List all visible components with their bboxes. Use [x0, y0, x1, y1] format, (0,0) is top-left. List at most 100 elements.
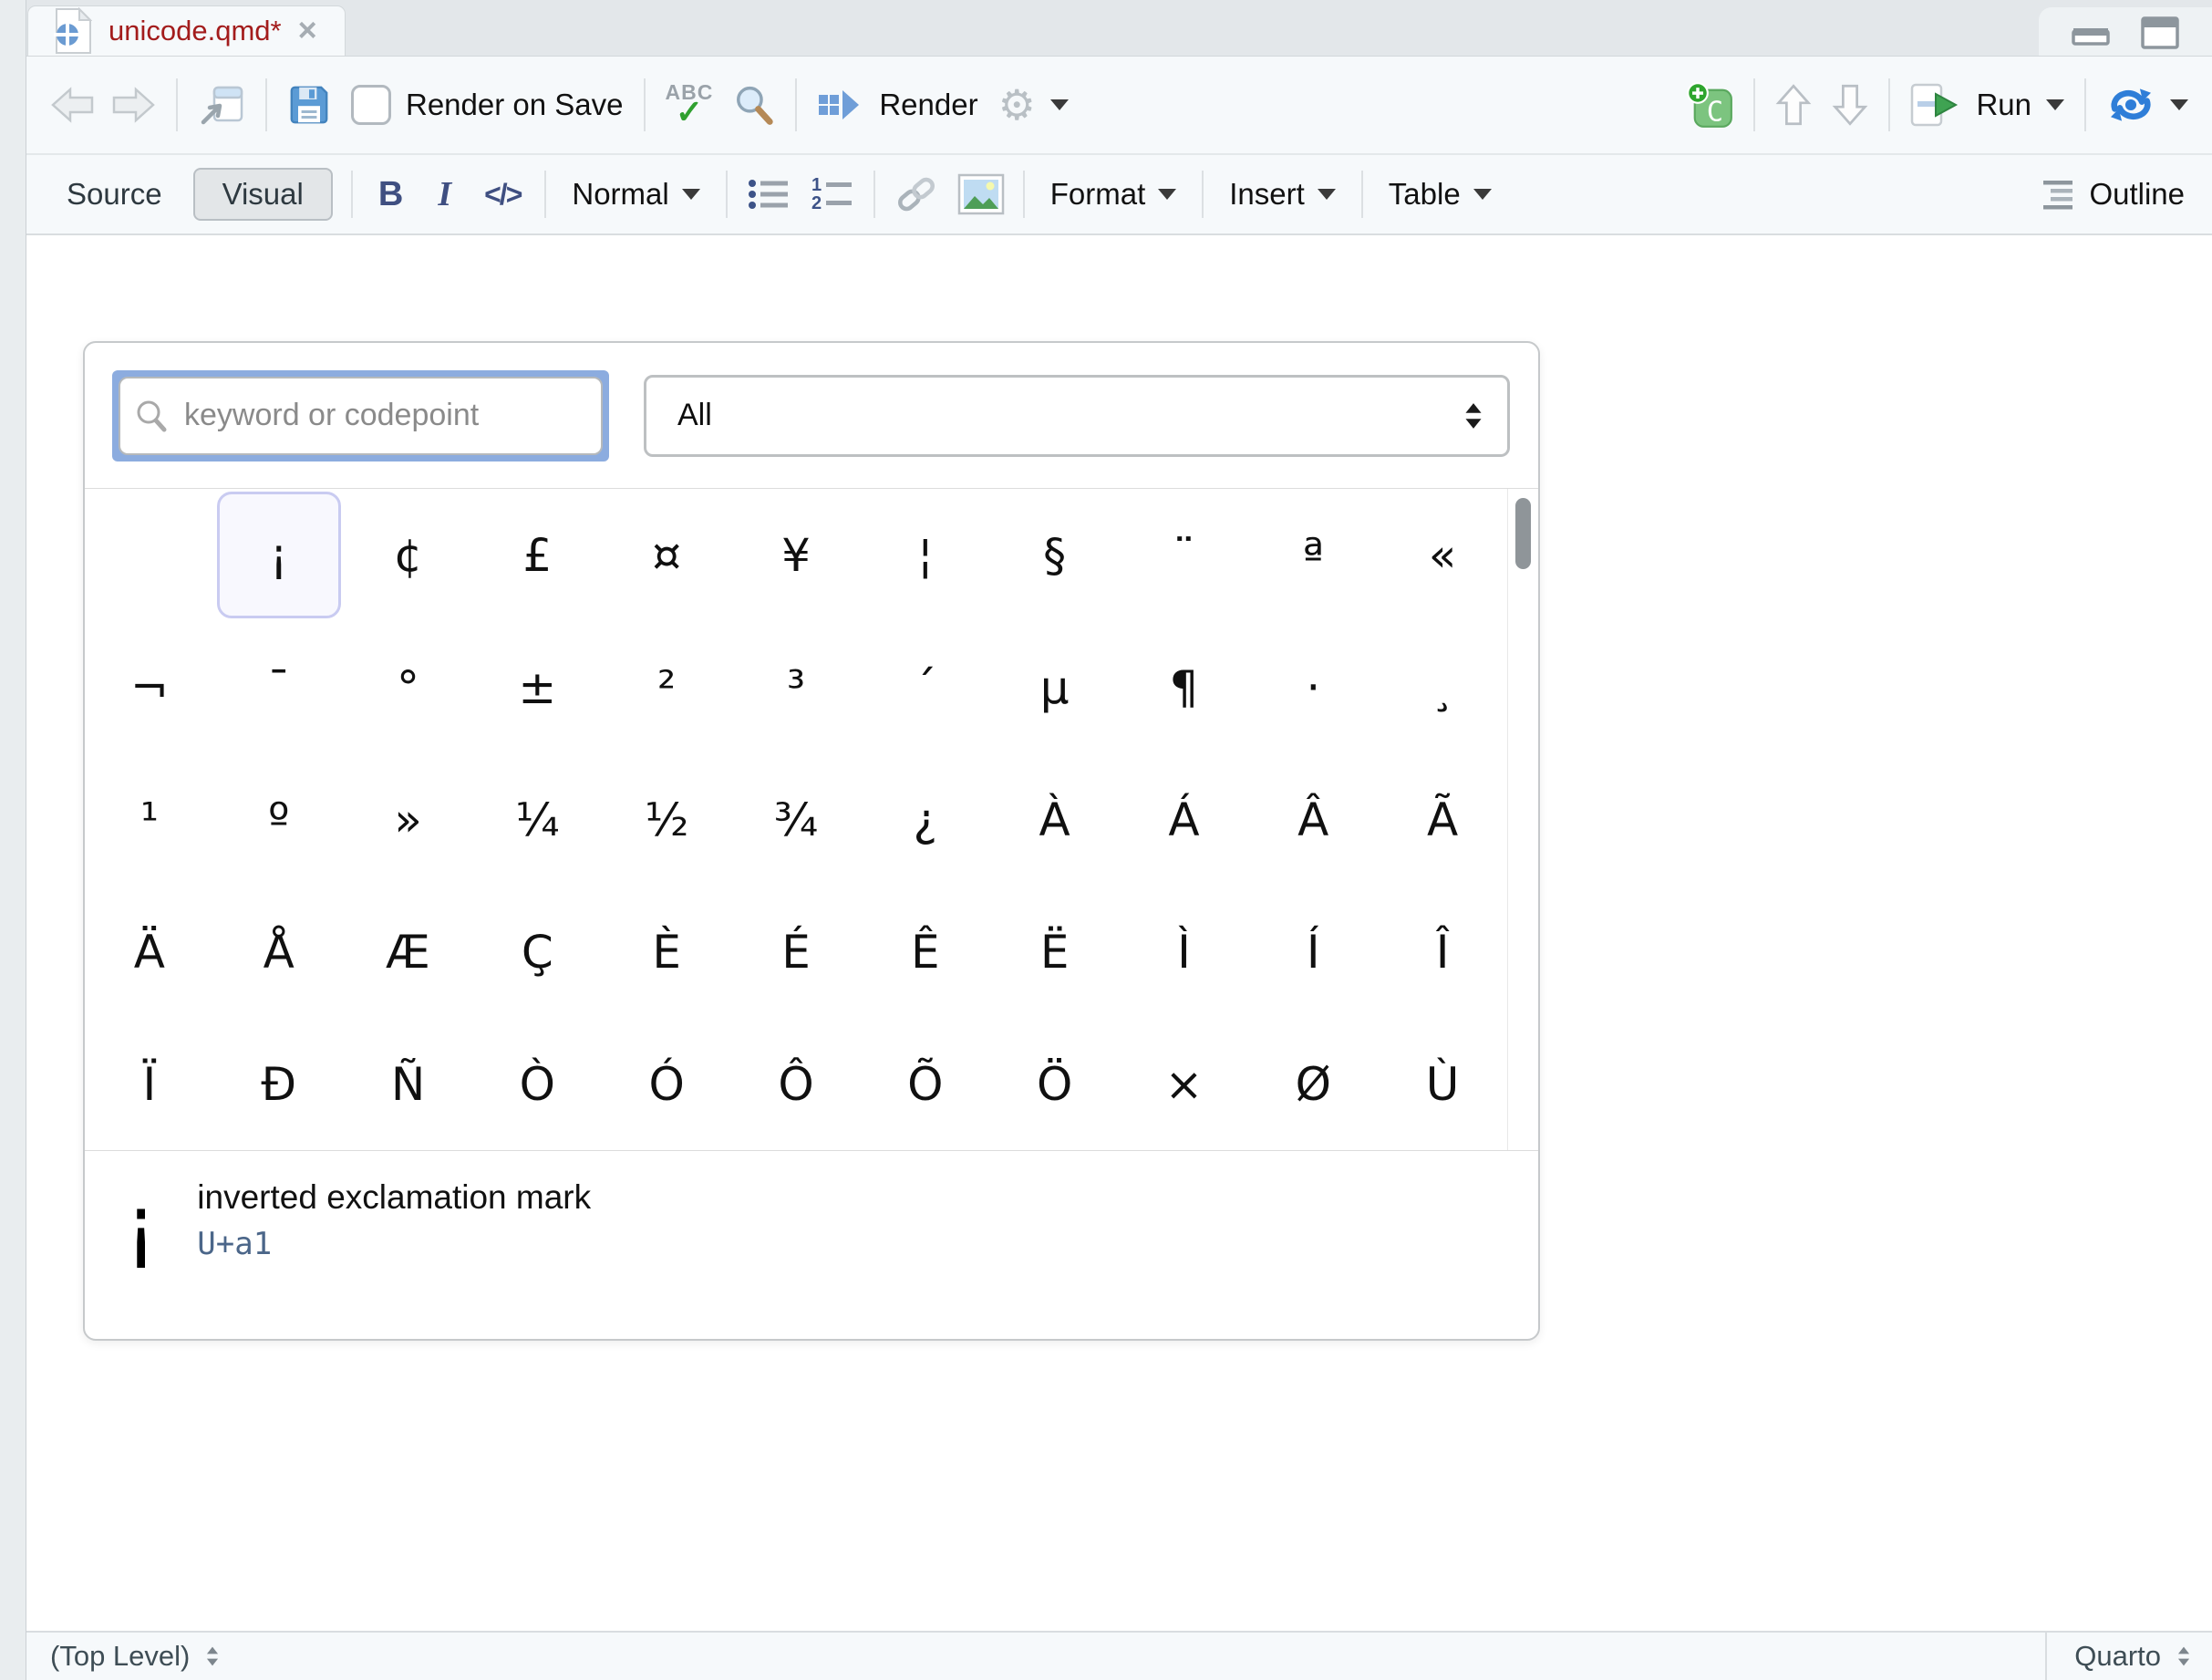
char-cell[interactable]: Ã	[1378, 753, 1507, 886]
open-in-new-window-icon[interactable]	[198, 84, 245, 126]
char-cell[interactable]: Ò	[472, 1018, 602, 1150]
document-mode-selector[interactable]: Quarto	[2045, 1633, 2212, 1680]
separator	[544, 171, 546, 218]
char-cell[interactable]: Ð	[214, 1018, 344, 1150]
char-cell[interactable]: Ì	[1120, 886, 1249, 1018]
image-icon[interactable]	[957, 173, 1005, 215]
char-cell[interactable]: ³	[731, 621, 861, 753]
char-cell[interactable]: ´	[861, 621, 990, 753]
char-cell[interactable]: Î	[1378, 886, 1507, 1018]
render-options-button[interactable]: ⚙	[998, 84, 1069, 126]
tab-unicode-qmd[interactable]: unicode.qmd* ×	[27, 5, 346, 56]
char-cell[interactable]: ²	[602, 621, 731, 753]
char-cell[interactable]: °	[344, 621, 473, 753]
run-previous-chunks-icon[interactable]	[1775, 83, 1812, 127]
char-cell[interactable]: ×	[1120, 1018, 1249, 1150]
char-cell[interactable]: Â	[1248, 753, 1378, 886]
visual-mode-button[interactable]: Visual	[193, 168, 333, 221]
char-cell[interactable]: Ç	[472, 886, 602, 1018]
render-on-save-checkbox[interactable]	[351, 85, 391, 125]
char-cell[interactable]: «	[1378, 489, 1507, 621]
char-cell[interactable]: Ô	[731, 1018, 861, 1150]
category-select[interactable]: All	[644, 375, 1510, 457]
char-cell[interactable]: §	[990, 489, 1120, 621]
italic-button[interactable]: I	[429, 174, 460, 214]
char-cell[interactable]	[85, 489, 214, 621]
char-cell[interactable]: Ä	[85, 886, 214, 1018]
char-cell[interactable]: ¼	[472, 753, 602, 886]
char-cell[interactable]: ½	[602, 753, 731, 886]
visual-editor-canvas[interactable]: All ¡¢£¤¥¦§¨ª« ¬¯°±²³´µ¶·¸ ¹º»¼½¾¿ÀÁÂÃ ÄÅÆÇ…	[26, 235, 2212, 1631]
char-cell[interactable]: Ó	[602, 1018, 731, 1150]
char-cell[interactable]: Í	[1248, 886, 1378, 1018]
char-cell[interactable]: Õ	[861, 1018, 990, 1150]
format-menu[interactable]: Format	[1043, 177, 1184, 212]
char-cell[interactable]: º	[214, 753, 344, 886]
bullet-list-icon[interactable]	[746, 174, 791, 214]
table-menu[interactable]: Table	[1381, 177, 1499, 212]
char-cell[interactable]: Ø	[1248, 1018, 1378, 1150]
char-cell[interactable]: ¨	[1120, 489, 1249, 621]
char-cell[interactable]: ¾	[731, 753, 861, 886]
char-cell[interactable]: ¹	[85, 753, 214, 886]
char-cell[interactable]: È	[602, 886, 731, 1018]
char-cell[interactable]: Ö	[990, 1018, 1120, 1150]
tab-close-icon[interactable]: ×	[298, 14, 317, 47]
spellcheck-icon[interactable]: ABC ✓	[666, 82, 714, 129]
run-next-chunk-icon[interactable]	[1832, 83, 1868, 127]
scrollbar-thumb[interactable]	[1515, 498, 1531, 569]
save-icon[interactable]	[287, 83, 331, 127]
link-icon[interactable]	[894, 172, 939, 216]
char-cell[interactable]: ·	[1248, 621, 1378, 753]
char-cell[interactable]: ¡	[217, 492, 341, 618]
render-on-save-group: Render on Save	[351, 85, 624, 125]
scrollbar-track[interactable]	[1507, 489, 1538, 1150]
char-cell[interactable]: ¥	[731, 489, 861, 621]
rerun-button[interactable]	[2106, 85, 2188, 125]
maximize-pane-icon[interactable]	[2139, 13, 2181, 51]
char-cell[interactable]: Ù	[1378, 1018, 1507, 1150]
char-cell[interactable]: ¦	[861, 489, 990, 621]
numbered-list-icon[interactable]: 1 2	[810, 174, 855, 214]
rerun-sync-icon	[2106, 85, 2155, 125]
char-cell[interactable]: ¸	[1378, 621, 1507, 753]
render-button[interactable]: Render	[817, 86, 977, 124]
char-cell[interactable]: Ê	[861, 886, 990, 1018]
char-cell[interactable]: ¶	[1120, 621, 1249, 753]
minimize-pane-icon[interactable]	[2070, 16, 2112, 47]
separator	[644, 78, 646, 131]
char-cell[interactable]: ±	[472, 621, 602, 753]
scope-selector[interactable]: (Top Level)	[26, 1633, 221, 1680]
insert-menu[interactable]: Insert	[1222, 177, 1343, 212]
forward-icon[interactable]	[110, 86, 156, 124]
bold-button[interactable]: B	[371, 175, 410, 214]
char-cell[interactable]: ª	[1248, 489, 1378, 621]
outline-toggle[interactable]: Outline	[2040, 177, 2185, 212]
char-cell[interactable]: ¤	[602, 489, 731, 621]
paragraph-style-dropdown[interactable]: Normal	[564, 177, 707, 212]
quarto-file-icon	[50, 7, 92, 55]
insert-chunk-icon[interactable]: C	[1686, 81, 1733, 129]
char-cell[interactable]: Å	[214, 886, 344, 1018]
char-cell[interactable]: ¯	[214, 621, 344, 753]
char-cell[interactable]: ¢	[344, 489, 473, 621]
char-cell[interactable]: Ï	[85, 1018, 214, 1150]
back-icon[interactable]	[50, 86, 96, 124]
char-cell[interactable]: Ñ	[344, 1018, 473, 1150]
search-magnifier-icon[interactable]	[733, 84, 775, 126]
char-cell[interactable]: £	[472, 489, 602, 621]
char-cell[interactable]: Á	[1120, 753, 1249, 886]
char-cell[interactable]: »	[344, 753, 473, 886]
char-cell[interactable]: É	[731, 886, 861, 1018]
char-cell[interactable]: ¿	[861, 753, 990, 886]
char-cell[interactable]: Æ	[344, 886, 473, 1018]
search-input[interactable]	[119, 377, 603, 455]
preview-codepoint: U+a1	[197, 1226, 591, 1262]
char-cell[interactable]: À	[990, 753, 1120, 886]
code-button[interactable]: </>	[479, 178, 526, 212]
char-cell[interactable]: ¬	[85, 621, 214, 753]
source-mode-button[interactable]: Source	[54, 177, 175, 212]
char-cell[interactable]: Ë	[990, 886, 1120, 1018]
run-button[interactable]: Run	[1910, 83, 2064, 127]
char-cell[interactable]: µ	[990, 621, 1120, 753]
